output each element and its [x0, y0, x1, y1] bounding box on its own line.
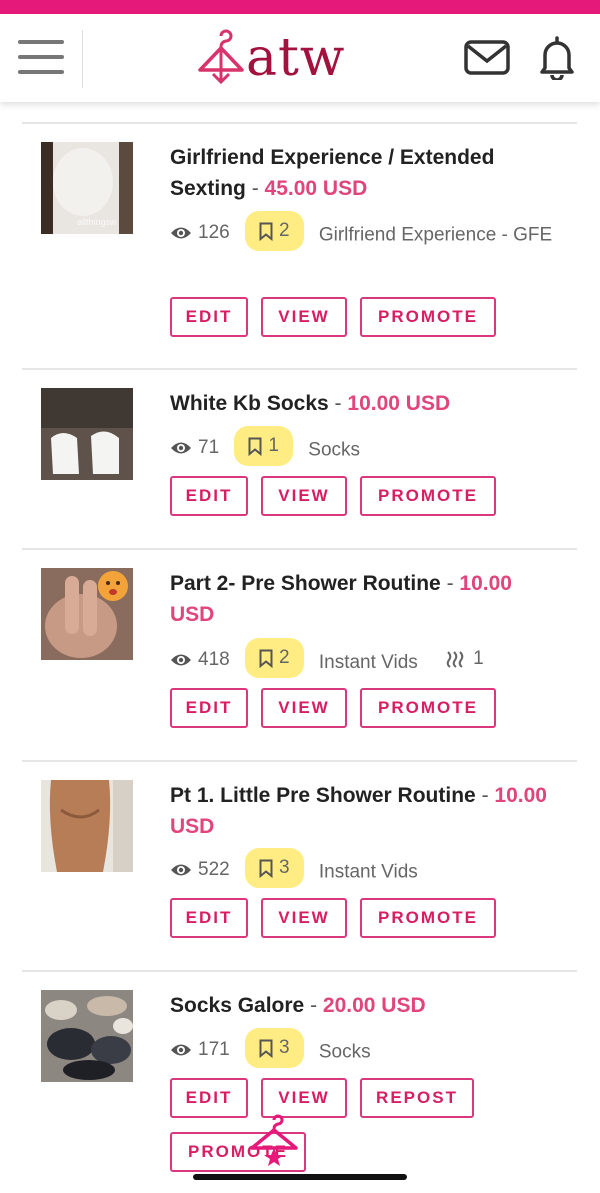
saves-count: 1	[234, 426, 293, 466]
eye-icon	[171, 442, 191, 453]
view-button[interactable]: VIEW	[261, 1078, 347, 1118]
eye-icon	[171, 1044, 191, 1055]
listing-thumbnail[interactable]	[41, 568, 133, 660]
header-divider	[82, 30, 83, 88]
list-item: Part 2- Pre Shower Routine - 10.00 USD 4…	[22, 550, 577, 760]
app-header: atw	[0, 14, 600, 102]
title-separator: -	[334, 392, 342, 415]
list-item: Pt 1. Little Pre Shower Routine - 10.00 …	[22, 762, 577, 970]
listing-thumbnail[interactable]	[41, 780, 133, 872]
bookmark-icon	[259, 859, 273, 878]
view-button[interactable]: VIEW	[261, 476, 347, 516]
bookmark-icon	[248, 437, 262, 456]
listing-title[interactable]: Part 2- Pre Shower Routine - 10.00 USD	[170, 568, 561, 630]
saves-count: 2	[244, 638, 304, 678]
listing-title[interactable]: White Kb Socks - 10.00 USD	[170, 388, 561, 419]
views-count: 522	[170, 852, 230, 888]
menu-icon[interactable]	[18, 40, 64, 76]
promote-button[interactable]: PROMOTE	[360, 688, 496, 728]
view-button[interactable]: VIEW	[261, 898, 347, 938]
listings-list: allthingsw Girlfriend Experience / Exten…	[22, 122, 577, 1192]
listing-meta: 522 3 Instant Vids	[170, 848, 418, 891]
list-item: White Kb Socks - 10.00 USD 71 1 Socks ED…	[22, 370, 577, 548]
listing-meta: 71 1 Socks	[170, 426, 360, 469]
home-indicator[interactable]	[193, 1174, 407, 1180]
title-separator: -	[446, 572, 454, 595]
listing-price: 10.00 USD	[347, 392, 451, 415]
bell-icon[interactable]	[537, 34, 577, 80]
eye-icon	[171, 864, 191, 875]
listing-actions: EDIT VIEW PROMOTE	[170, 688, 496, 728]
listing-meta: 126 2 Girlfriend Experience - GFE	[170, 211, 560, 254]
listing-category[interactable]: Socks	[319, 1042, 371, 1063]
view-button[interactable]: VIEW	[261, 688, 347, 728]
title-separator: -	[481, 784, 489, 807]
listing-actions: EDIT VIEW PROMOTE	[170, 476, 496, 516]
views-count: 418	[170, 642, 230, 678]
views-count: 171	[170, 1032, 230, 1068]
hanger-logo-icon	[198, 29, 244, 85]
edit-button[interactable]: EDIT	[170, 297, 248, 337]
listing-category[interactable]: Instant Vids	[319, 862, 418, 883]
listing-category[interactable]: Instant Vids	[319, 645, 418, 681]
view-button[interactable]: VIEW	[261, 297, 347, 337]
logo-text: atw	[246, 28, 346, 88]
title-separator: -	[251, 177, 259, 200]
mail-icon[interactable]	[464, 40, 510, 76]
title-separator: -	[310, 994, 318, 1017]
list-item: Socks Galore - 20.00 USD 171 3 Socks EDI…	[22, 972, 577, 1192]
eye-icon	[171, 654, 191, 665]
list-item: allthingsw Girlfriend Experience / Exten…	[22, 124, 577, 368]
edit-button[interactable]: EDIT	[170, 1078, 248, 1118]
listing-price: 20.00 USD	[322, 994, 426, 1017]
bookmark-icon	[259, 1039, 273, 1058]
promote-button[interactable]: PROMOTE	[360, 297, 496, 337]
promote-button[interactable]: PROMOTE	[360, 898, 496, 938]
listing-meta: 418 2 Instant Vids 1	[170, 638, 494, 681]
steam-icon	[446, 650, 464, 668]
listing-title[interactable]: Girlfriend Experience / Extended Sexting…	[170, 142, 561, 204]
listing-actions: EDIT VIEW PROMOTE	[170, 898, 496, 938]
listing-title-text: Pt 1. Little Pre Shower Routine	[170, 784, 476, 807]
listing-title[interactable]: Socks Galore - 20.00 USD	[170, 990, 561, 1021]
media-count: 1	[445, 641, 484, 677]
saves-count: 3	[244, 848, 304, 888]
repost-button[interactable]: REPOST	[360, 1078, 474, 1118]
eye-icon	[171, 227, 191, 238]
saves-count: 2	[244, 211, 304, 251]
listing-title-text: White Kb Socks	[170, 392, 329, 415]
listing-actions: EDIT VIEW PROMOTE	[170, 297, 496, 337]
svg-text:allthingsw: allthingsw	[77, 217, 117, 227]
edit-button[interactable]: EDIT	[170, 898, 248, 938]
views-count: 126	[170, 215, 230, 251]
saves-count: 3	[244, 1028, 304, 1068]
listing-meta: 171 3 Socks	[170, 1028, 371, 1071]
views-count: 71	[170, 430, 219, 466]
edit-button[interactable]: EDIT	[170, 476, 248, 516]
listing-title[interactable]: Pt 1. Little Pre Shower Routine - 10.00 …	[170, 780, 561, 842]
listing-category[interactable]: Girlfriend Experience - GFE	[319, 225, 552, 246]
listing-title-text: Part 2- Pre Shower Routine	[170, 572, 441, 595]
hanger-fab-icon[interactable]	[246, 1114, 302, 1166]
edit-button[interactable]: EDIT	[170, 688, 248, 728]
promote-button[interactable]: PROMOTE	[360, 476, 496, 516]
bookmark-icon	[259, 222, 273, 241]
listing-title-text: Socks Galore	[170, 994, 305, 1017]
bookmark-icon	[259, 649, 273, 668]
listing-thumbnail[interactable]: allthingsw	[41, 142, 133, 234]
listing-thumbnail[interactable]	[41, 990, 133, 1082]
listing-actions: EDIT VIEW REPOST	[170, 1078, 474, 1118]
top-accent-bar	[0, 0, 600, 14]
listing-price: 45.00 USD	[264, 177, 368, 200]
listing-category[interactable]: Socks	[308, 440, 360, 461]
listing-thumbnail[interactable]	[41, 388, 133, 480]
